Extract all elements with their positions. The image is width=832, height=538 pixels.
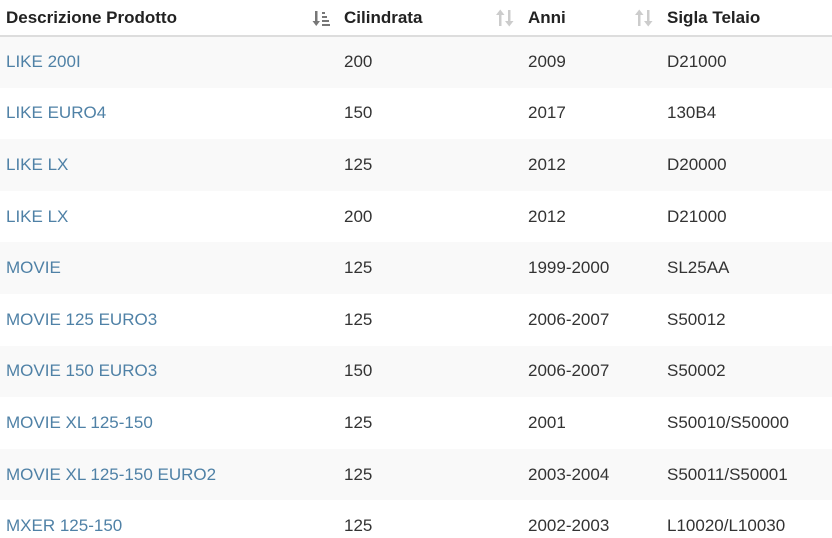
cell-prodotto: MOVIE (0, 242, 338, 294)
cell-anni: 2017 (528, 103, 566, 123)
table-row: LIKE LX 125 2012 D20000 (0, 139, 832, 191)
product-link[interactable]: MOVIE 125 EURO3 (6, 310, 157, 329)
column-header-label: Sigla Telaio (667, 7, 761, 27)
cell-telaio: D20000 (667, 154, 727, 174)
cell-anni: 2001 (528, 412, 566, 432)
column-header-label: Descrizione Prodotto (6, 7, 177, 27)
cell-anni: 1999-2000 (528, 258, 610, 278)
cell-prodotto: LIKE LX (0, 139, 338, 191)
cell-prodotto: MOVIE 125 EURO3 (0, 294, 338, 346)
product-link[interactable]: LIKE LX (6, 155, 68, 174)
sort-both-icon[interactable] (635, 9, 653, 27)
product-link[interactable]: LIKE 200I (6, 52, 81, 71)
cell-telaio: S50011/S50001 (667, 464, 788, 484)
sort-both-icon[interactable] (496, 9, 514, 27)
table-row: MOVIE 125 EURO3 125 2006-2007 S50012 (0, 293, 832, 346)
cell-cilindrata: 125 (344, 154, 373, 174)
product-link[interactable]: MOVIE (6, 258, 61, 277)
product-link[interactable]: MXER 125-150 (6, 516, 122, 535)
table-row: MOVIE XL 125-150 125 2001 S50010/S50000 (0, 397, 832, 449)
cell-cilindrata: 125 (344, 258, 373, 278)
cell-telaio: S50012 (667, 309, 726, 329)
table-row: MOVIE 150 EURO3 150 2006-2007 S50002 (0, 345, 832, 398)
product-link[interactable]: MOVIE XL 125-150 (6, 413, 153, 432)
cell-cilindrata: 125 (344, 412, 373, 432)
table-body: LIKE 200I 200 2009 D21000 LIKE EURO4 150… (0, 36, 832, 538)
cell-prodotto: LIKE 200I (0, 36, 338, 88)
sort-amount-active-icon[interactable] (312, 9, 330, 27)
cell-cilindrata: 125 (344, 464, 373, 484)
table-row: MXER 125-150 125 2002-2003 L10020/L10030 (0, 500, 832, 538)
cell-telaio: S50010/S50000 (667, 412, 789, 432)
cell-telaio: L10020/L10030 (667, 516, 786, 536)
cell-cilindrata: 200 (344, 52, 373, 72)
column-header-descrizione-prodotto[interactable]: Descrizione Prodotto (0, 0, 338, 37)
cell-anni: 2002-2003 (528, 516, 610, 536)
column-header-label: Cilindrata (344, 7, 423, 27)
cell-cilindrata: 150 (344, 361, 373, 381)
product-link[interactable]: MOVIE 150 EURO3 (6, 361, 157, 380)
cell-cilindrata: 125 (344, 309, 373, 329)
cell-cilindrata: 200 (344, 206, 373, 226)
cell-telaio: D21000 (667, 52, 727, 72)
cell-prodotto: LIKE LX (0, 191, 338, 243)
column-header-label: Anni (528, 7, 566, 27)
cell-telaio: D21000 (667, 206, 727, 226)
product-table: Descrizione Prodotto Cilindrata Anni Sig… (0, 0, 832, 538)
table-row: LIKE LX 200 2012 D21000 (0, 190, 832, 243)
cell-telaio: SL25AA (667, 258, 730, 278)
cell-telaio: S50002 (667, 361, 726, 381)
product-link[interactable]: LIKE LX (6, 207, 68, 226)
cell-prodotto: MOVIE 150 EURO3 (0, 346, 338, 398)
cell-anni: 2012 (528, 154, 566, 174)
cell-prodotto: MOVIE XL 125-150 (0, 397, 338, 449)
table-row: MOVIE XL 125-150 EURO2 125 2003-2004 S50… (0, 448, 832, 501)
column-header-anni[interactable]: Anni (522, 0, 661, 37)
column-header-sigla-telaio[interactable]: Sigla Telaio (661, 0, 832, 37)
cell-prodotto: MXER 125-150 (0, 500, 338, 538)
product-link[interactable]: MOVIE XL 125-150 EURO2 (6, 465, 216, 484)
cell-cilindrata: 125 (344, 516, 373, 536)
cell-cilindrata: 150 (344, 103, 373, 123)
table-row: LIKE EURO4 150 2017 130B4 (0, 87, 832, 140)
cell-anni: 2003-2004 (528, 464, 610, 484)
product-link[interactable]: LIKE EURO4 (6, 103, 106, 122)
cell-anni: 2012 (528, 206, 566, 226)
header-row: Descrizione Prodotto Cilindrata Anni Sig… (0, 0, 832, 37)
cell-prodotto: MOVIE XL 125-150 EURO2 (0, 449, 338, 501)
cell-anni: 2006-2007 (528, 361, 610, 381)
cell-anni: 2009 (528, 52, 566, 72)
cell-anni: 2006-2007 (528, 309, 610, 329)
table-header: Descrizione Prodotto Cilindrata Anni Sig… (0, 0, 832, 37)
table-row: MOVIE 125 1999-2000 SL25AA (0, 242, 832, 294)
cell-prodotto: LIKE EURO4 (0, 88, 338, 140)
column-header-cilindrata[interactable]: Cilindrata (338, 0, 522, 37)
cell-telaio: 130B4 (667, 103, 717, 123)
table-row: LIKE 200I 200 2009 D21000 (0, 36, 832, 88)
